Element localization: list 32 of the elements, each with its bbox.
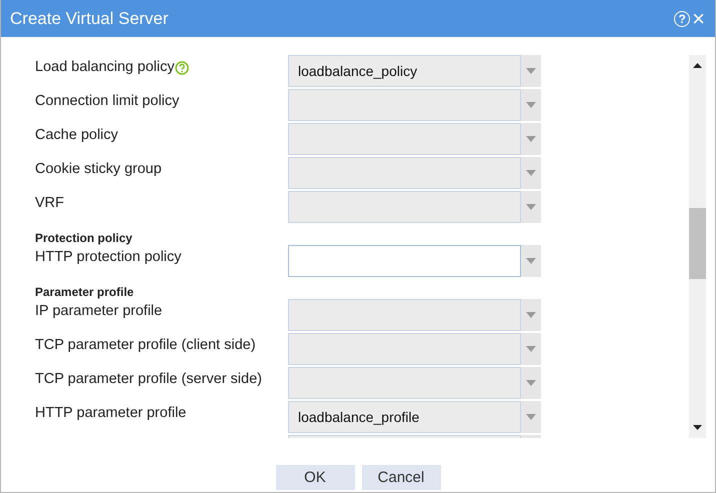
ok-button[interactable]: OK [276,465,354,490]
field-label: IP parameter profile [35,303,162,319]
caret-icon [526,380,536,386]
scroll-down-icon[interactable] [693,425,702,430]
caret-icon [526,414,536,420]
section-heading: Protection policy [35,230,134,245]
field-label: VRF [35,195,64,211]
field-label: HTTP parameter profile [35,405,186,421]
select-field[interactable] [288,245,521,277]
caret-icon [526,102,536,108]
field-label: TCP parameter profile (client side) [35,337,256,353]
caret-icon [526,312,536,318]
window-title: Create Virtual Server [10,8,170,28]
section-heading: Parameter profile [35,284,135,299]
scrollbar[interactable] [689,55,706,438]
scroll-up-icon[interactable] [693,63,702,68]
dropdown-button[interactable] [521,245,541,277]
caret-icon [526,258,536,264]
dropdown-button[interactable] [521,55,541,87]
field-label: Connection limit policy [35,93,180,109]
field-label: Cache policy [35,127,118,143]
caret-icon [526,204,536,210]
scrollbar-thumb[interactable] [689,208,706,279]
caret-icon [526,68,536,74]
field-label: TCP parameter profile (server side) [35,371,262,387]
field-label: HTTP protection policy [35,249,182,265]
caret-icon [526,170,536,176]
field-label: Load balancing policy [35,59,174,75]
caret-icon [526,346,536,352]
cancel-button[interactable]: Cancel [362,465,440,490]
field-label: Cookie sticky group [35,161,162,177]
caret-icon [526,136,536,142]
